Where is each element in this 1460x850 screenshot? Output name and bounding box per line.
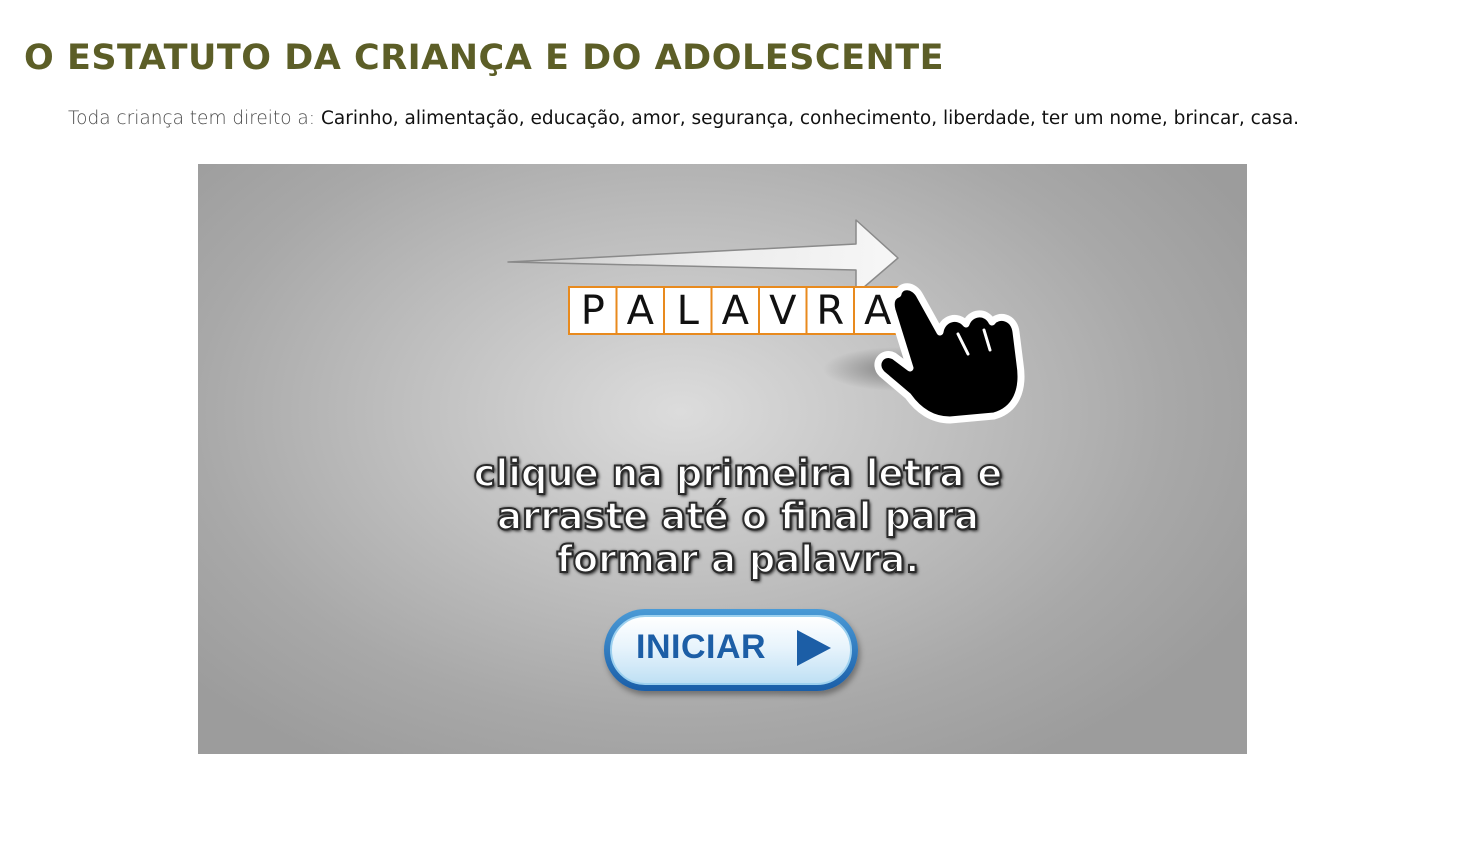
instruction-line: clique na primeira letra e <box>473 451 1004 496</box>
intro-rights: Carinho, alimentação, educação, amor, se… <box>321 108 1300 129</box>
intro-text: Toda criança tem direito a: Carinho, ali… <box>68 107 1299 129</box>
letter-tile-text: A <box>722 288 750 334</box>
page-title: O ESTATUTO DA CRIANÇA E DO ADOLESCENTE <box>24 38 945 78</box>
instruction-line: arraste até o final para <box>496 494 980 539</box>
instruction-line: formar a palavra. <box>556 537 921 582</box>
instruction-text: clique na primeira letra e arraste até o… <box>448 451 1028 582</box>
letter-tile-text: P <box>581 288 605 334</box>
play-icon[interactable] <box>797 630 831 666</box>
intro-lead: Toda criança tem direito a: <box>68 108 315 129</box>
drag-arrow-icon <box>507 219 899 295</box>
word-search-game[interactable]: PALAVRA clique na primeira letra e arras… <box>198 164 1247 754</box>
letter-tile-text: A <box>864 288 892 334</box>
letter-tile-text: V <box>769 288 797 334</box>
letter-tile-text: R <box>816 288 844 334</box>
start-button-label[interactable]: INICIAR <box>636 628 766 667</box>
letter-tile-text: L <box>677 288 700 334</box>
start-button[interactable]: INICIAR <box>604 609 858 691</box>
letter-tile-text: A <box>627 288 655 334</box>
demo-word-tiles: PALAVRA <box>568 286 903 335</box>
